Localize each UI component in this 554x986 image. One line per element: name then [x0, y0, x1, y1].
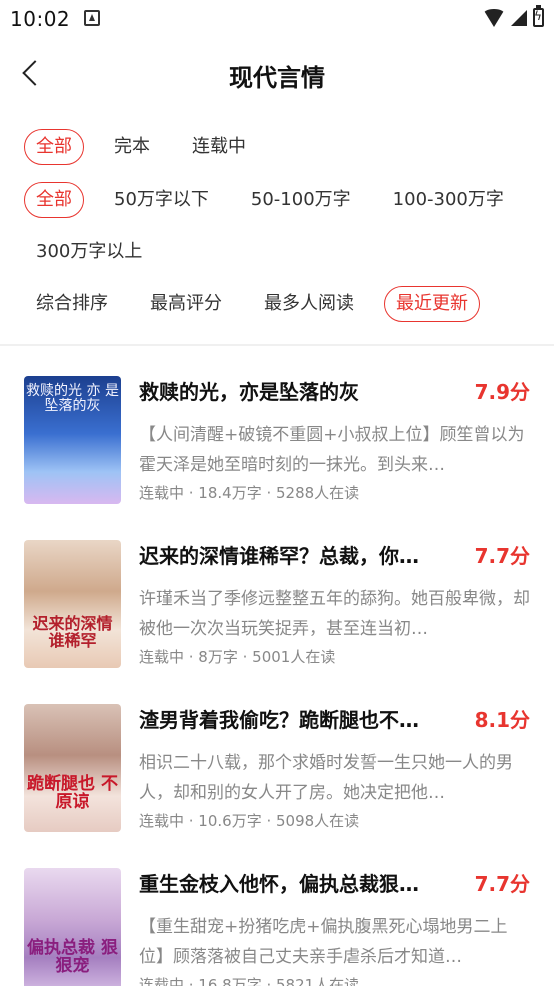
status-bar: 10:02 [0, 0, 554, 38]
book-score: 8.1分 [474, 708, 530, 732]
length-filter-under-50w[interactable]: 50万字以下 [102, 182, 221, 218]
top-bar: 现代言情 [0, 44, 554, 104]
sort-recently-updated[interactable]: 最近更新 [384, 286, 480, 322]
length-filter-over-300w[interactable]: 300万字以上 [24, 234, 154, 270]
status-filter-ongoing[interactable]: 连载中 [180, 129, 258, 165]
signal-icon [511, 9, 527, 26]
book-score: 7.9分 [474, 380, 530, 404]
book-title: 渣男背着我偷吃？跪断腿也不… [139, 708, 419, 732]
notification-icon [84, 10, 100, 26]
book-description: 许瑾禾当了季修远整整五年的舔狗。她百般卑微，却被他一次次当玩笑捉弄，甚至连当初… [139, 589, 530, 639]
cover-title: 偏执总裁 狠狠宠 [27, 938, 118, 976]
book-score: 7.7分 [474, 872, 530, 896]
book-description: 相识二十八载，那个求婚时发誓一生只她一人的男人，却和别的女人开了房。她决定把他… [139, 753, 513, 803]
cover-title: 迟来的深情 谁稀罕 [32, 614, 113, 650]
battery-icon [533, 5, 544, 27]
status-filter-all[interactable]: 全部 [24, 129, 84, 165]
cover-title: 救赎的光 亦 是 坠落的灰 [26, 383, 119, 414]
book-meta: 连载中 · 18.4万字 · 5288人在读 [139, 484, 360, 502]
book-score: 7.7分 [474, 544, 530, 568]
length-filter-all[interactable]: 全部 [24, 182, 84, 218]
book-item[interactable]: 偏执总裁 狠狠宠 重生金枝入他怀，偏执总裁狠… 7.7分 【重生甜宠+扮猪吃虎+… [0, 868, 554, 986]
book-title: 救赎的光，亦是坠落的灰 [139, 380, 359, 404]
book-title: 重生金枝入他怀，偏执总裁狠… [139, 872, 419, 896]
book-cover: 跪断腿也 不原谅 [24, 704, 121, 832]
book-description: 【重生甜宠+扮猪吃虎+偏执腹黑死心塌地男二上位】顾落落被自己丈夫亲手虐杀后才知道… [139, 917, 508, 967]
book-item[interactable]: 跪断腿也 不原谅 渣男背着我偷吃？跪断腿也不… 8.1分 相识二十八载，那个求婚… [0, 704, 554, 854]
book-cover: 迟来的深情 谁稀罕 [24, 540, 121, 668]
length-filter-row: 全部 50万字以下 50-100万字 100-300万字 [24, 182, 516, 218]
book-cover: 救赎的光 亦 是 坠落的灰 [24, 376, 121, 504]
status-filter-row: 全部 完本 连载中 [24, 129, 258, 165]
wifi-icon [483, 8, 505, 27]
status-time: 10:02 [10, 7, 71, 31]
cover-title: 跪断腿也 不原谅 [27, 774, 118, 812]
sort-top-rated[interactable]: 最高评分 [138, 286, 234, 322]
page-title: 现代言情 [229, 64, 325, 92]
length-filter-50-100w[interactable]: 50-100万字 [239, 182, 363, 218]
book-meta: 连载中 · 8万字 · 5001人在读 [139, 648, 336, 666]
book-meta: 连载中 · 16.8万字 · 5821人在读 [139, 976, 360, 986]
book-list: 救赎的光 亦 是 坠落的灰 救赎的光，亦是坠落的灰 7.9分 【人间清醒+破镜不… [0, 344, 554, 986]
sort-filter-row: 综合排序 最高评分 最多人阅读 最近更新 [24, 286, 480, 322]
book-description: 【人间清醒+破镜不重圆+小叔叔上位】顾笙曾以为霍天泽是她至暗时刻的一抹光。到头来… [139, 425, 525, 475]
status-filter-complete[interactable]: 完本 [102, 129, 162, 165]
length-filter-100-300w[interactable]: 100-300万字 [381, 182, 516, 218]
length-filter-row-2: 300万字以上 [24, 234, 154, 270]
sort-comprehensive[interactable]: 综合排序 [24, 286, 120, 322]
book-title: 迟来的深情谁稀罕？总裁，你… [139, 544, 419, 568]
system-icons [483, 5, 544, 27]
book-cover: 偏执总裁 狠狠宠 [24, 868, 121, 986]
book-item[interactable]: 迟来的深情 谁稀罕 迟来的深情谁稀罕？总裁，你… 7.7分 许瑾禾当了季修远整整… [0, 540, 554, 690]
book-meta: 连载中 · 10.6万字 · 5098人在读 [139, 812, 360, 830]
book-item[interactable]: 救赎的光 亦 是 坠落的灰 救赎的光，亦是坠落的灰 7.9分 【人间清醒+破镜不… [0, 376, 554, 526]
sort-most-read[interactable]: 最多人阅读 [252, 286, 366, 322]
